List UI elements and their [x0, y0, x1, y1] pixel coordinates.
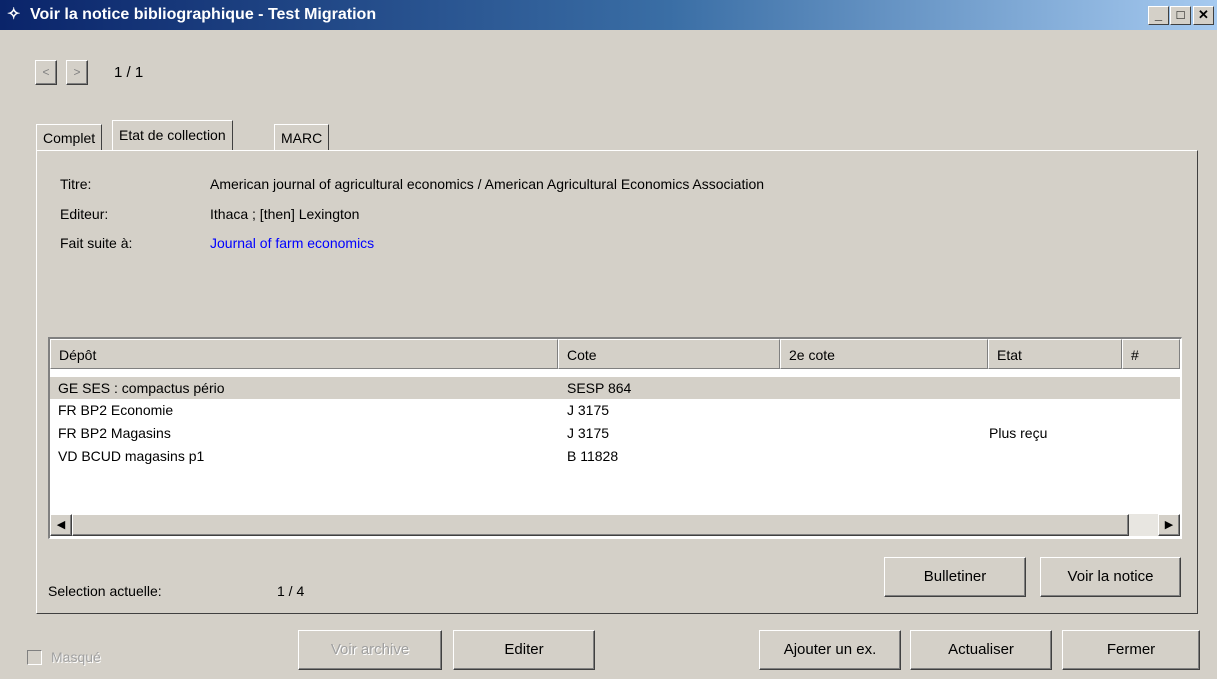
publisher-value: Ithaca ; [then] Lexington — [210, 206, 360, 222]
cell-depot: FR BP2 Magasins — [58, 425, 171, 441]
record-counter: 1 / 1 — [114, 64, 144, 81]
continues-link[interactable]: Journal of farm economics — [210, 235, 374, 251]
title-label: Titre: — [60, 176, 92, 192]
previous-record-button[interactable]: < — [35, 60, 57, 85]
voir-la-notice-button[interactable]: Voir la notice — [1040, 557, 1181, 597]
continues-label: Fait suite à: — [60, 235, 133, 251]
editer-button[interactable]: Editer — [453, 630, 595, 670]
table-row[interactable]: VD BCUD magasins p1 B 11828 — [50, 445, 1180, 467]
cell-depot: VD BCUD magasins p1 — [58, 448, 205, 464]
fermer-button[interactable]: Fermer — [1062, 630, 1200, 670]
scroll-thumb[interactable] — [72, 514, 1129, 536]
cell-etat: Plus reçu — [989, 425, 1048, 441]
table-row[interactable]: FR BP2 Economie J 3175 — [50, 399, 1180, 421]
cell-cote: J 3175 — [567, 402, 610, 418]
column-header-2e-cote[interactable]: 2e cote — [780, 339, 988, 369]
scroll-left-icon[interactable]: ◀ — [50, 514, 72, 536]
cell-depot: GE SES : compactus pério — [58, 380, 225, 396]
column-header-depot[interactable]: Dépôt — [50, 339, 558, 369]
masque-checkbox[interactable] — [27, 650, 42, 665]
minimize-button[interactable]: _ — [1148, 6, 1169, 25]
tab-complet[interactable]: Complet — [36, 124, 103, 150]
column-header-number[interactable]: # — [1122, 339, 1180, 369]
ajouter-un-exemplaire-button[interactable]: Ajouter un ex. — [759, 630, 901, 670]
table-row[interactable]: FR BP2 Magasins J 3175 Plus reçu — [50, 422, 1180, 444]
cell-cote: SESP 864 — [567, 380, 632, 396]
voir-archive-button[interactable]: Voir archive — [298, 630, 442, 670]
cell-depot: FR BP2 Economie — [58, 402, 174, 418]
horizontal-scrollbar[interactable]: ◀ ▶ — [50, 514, 1180, 536]
holdings-table[interactable]: Dépôt Cote 2e cote Etat # GE SES : compa… — [48, 337, 1182, 539]
masque-label: Masqué — [51, 649, 101, 665]
tab-etat-de-collection[interactable]: Etat de collection — [112, 120, 233, 150]
tab-marc[interactable]: MARC — [274, 124, 330, 150]
window-title: Voir la notice bibliographique - Test Mi… — [30, 6, 377, 23]
scroll-right-icon[interactable]: ▶ — [1158, 514, 1180, 536]
title-value: American journal of agricultural economi… — [210, 176, 765, 192]
column-header-cote[interactable]: Cote — [558, 339, 780, 369]
close-button[interactable]: ✕ — [1193, 6, 1214, 25]
bulletiner-button[interactable]: Bulletiner — [884, 557, 1026, 597]
actualiser-button[interactable]: Actualiser — [910, 630, 1052, 670]
cell-cote: J 3175 — [567, 425, 610, 441]
next-record-button[interactable]: > — [66, 60, 88, 85]
app-icon: ✧ — [7, 6, 21, 23]
cell-cote: B 11828 — [567, 448, 619, 464]
column-header-etat[interactable]: Etat — [988, 339, 1122, 369]
title-bar: ✧ Voir la notice bibliographique - Test … — [0, 0, 1217, 30]
publisher-label: Editeur: — [60, 206, 109, 222]
table-row[interactable]: GE SES : compactus pério SESP 864 — [50, 377, 1180, 399]
selection-value: 1 / 4 — [277, 583, 305, 599]
selection-label: Selection actuelle: — [48, 583, 162, 599]
maximize-button[interactable]: □ — [1170, 6, 1191, 25]
